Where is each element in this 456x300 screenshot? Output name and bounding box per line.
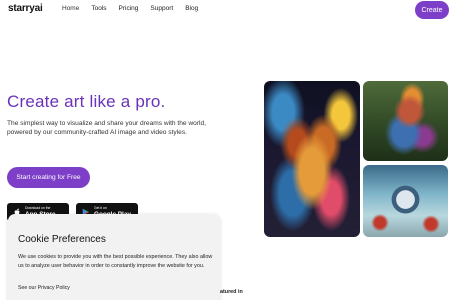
bird-artwork-image — [363, 81, 448, 161]
start-creating-button[interactable]: Start creating for Free — [7, 167, 90, 188]
clock-artwork-image — [363, 165, 448, 237]
main-nav: Home Tools Pricing Support Blog — [62, 5, 210, 12]
nav-blog[interactable]: Blog — [185, 5, 198, 12]
hero-subtitle: The simplest way to visualize and share … — [7, 120, 206, 137]
cookie-body: We use cookies to provide you with the b… — [18, 254, 213, 270]
nav-pricing[interactable]: Pricing — [119, 5, 139, 12]
privacy-policy-link[interactable]: See our Privacy Policy — [18, 285, 70, 291]
hero-title: Create art like a pro. — [7, 92, 166, 111]
cookie-title: Cookie Preferences — [18, 234, 106, 245]
cookie-preferences-panel: Cookie Preferences We use cookies to pro… — [8, 214, 220, 300]
create-button[interactable]: Create — [415, 1, 449, 19]
header: starryai Home Tools Pricing Support Blog… — [0, 0, 456, 22]
featured-in-label: atured in — [220, 289, 243, 295]
nav-tools[interactable]: Tools — [91, 5, 106, 12]
google-play-small: Get it on — [94, 206, 107, 210]
logo[interactable]: starryai — [8, 3, 43, 14]
nav-support[interactable]: Support — [150, 5, 173, 12]
tiger-artwork-image — [264, 81, 360, 237]
nav-home[interactable]: Home — [62, 5, 79, 12]
app-store-small: Download on the — [25, 206, 51, 210]
